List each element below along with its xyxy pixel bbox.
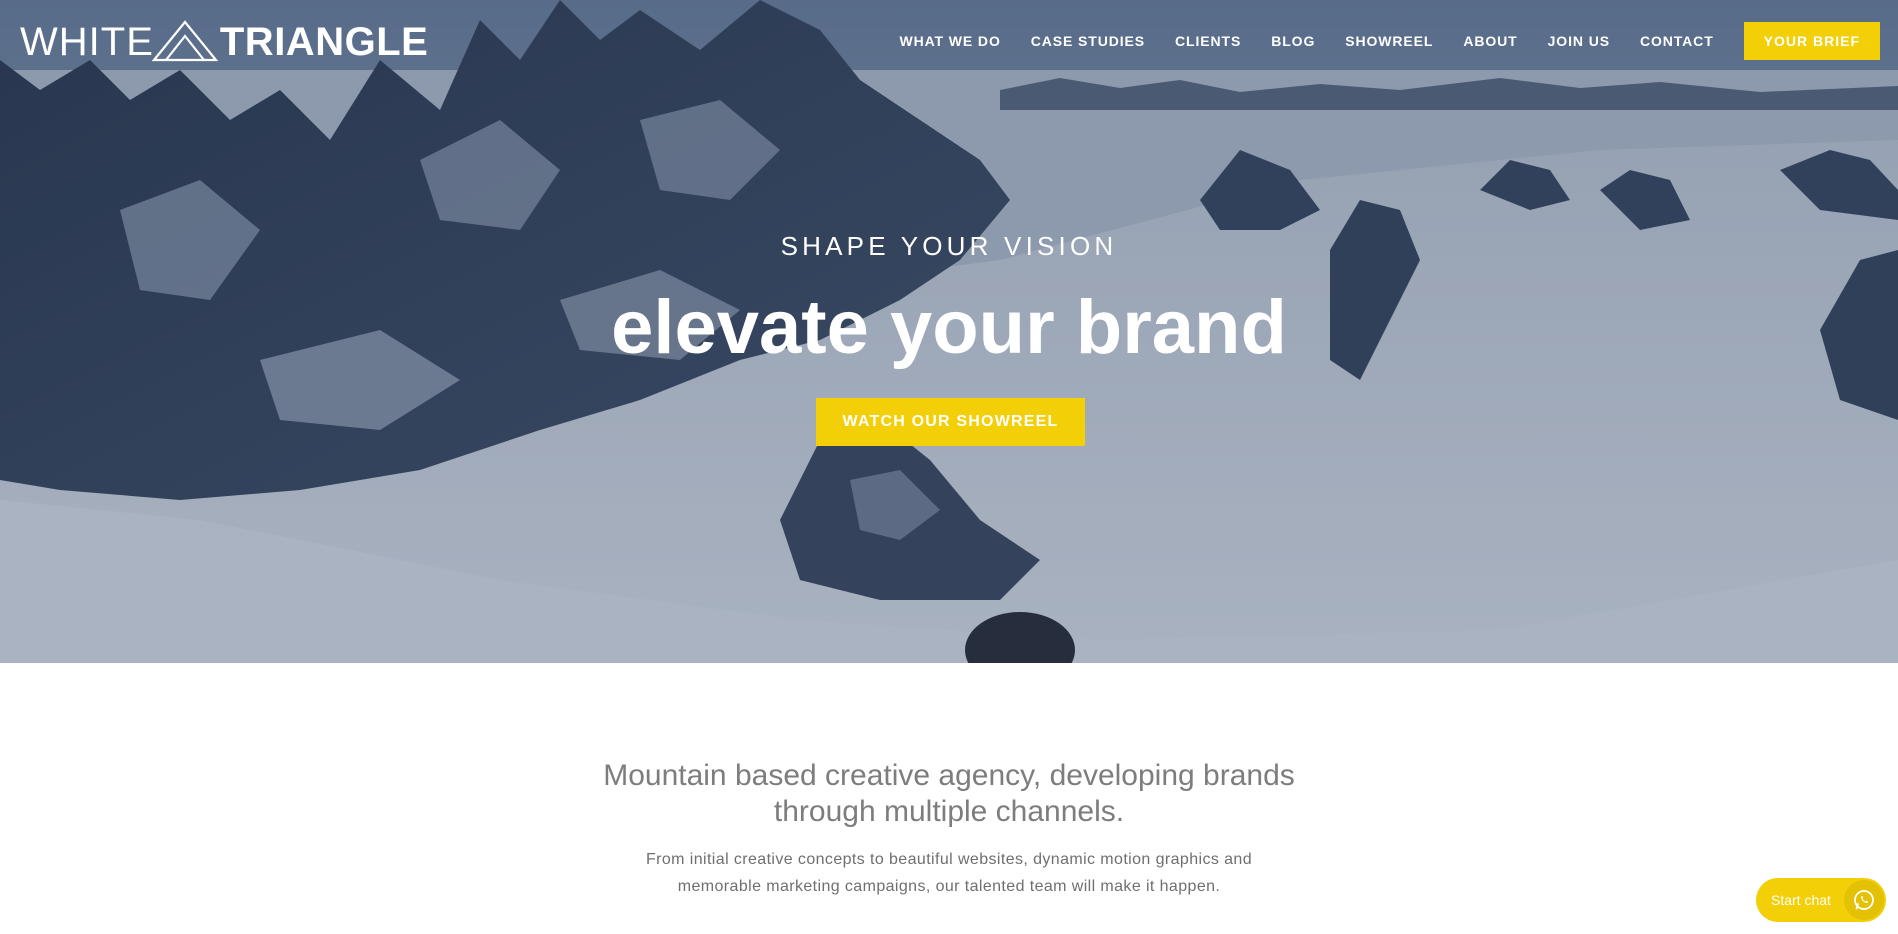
nav-item-join-us[interactable]: JOIN US	[1548, 33, 1610, 49]
nav-item-blog[interactable]: BLOG	[1271, 33, 1315, 49]
start-chat-button[interactable]: Start chat	[1756, 878, 1886, 922]
logo-text-triangle: TRIANGLE	[219, 20, 429, 64]
hero-section: WHITE TRIANGLE WHAT WE DO CASE STUDIES C…	[0, 0, 1898, 663]
main-nav: WHAT WE DO CASE STUDIES CLIENTS BLOG SHO…	[899, 22, 1880, 60]
chat-label: Start chat	[1771, 892, 1831, 908]
logo-text-white: WHITE	[20, 20, 154, 64]
nav-item-case-studies[interactable]: CASE STUDIES	[1031, 33, 1145, 49]
nav-item-showreel[interactable]: SHOWREEL	[1345, 33, 1433, 49]
nav-item-clients[interactable]: CLIENTS	[1175, 33, 1241, 49]
whatsapp-icon	[1844, 880, 1884, 920]
nav-item-what-we-do[interactable]: WHAT WE DO	[899, 33, 1000, 49]
nav-item-about[interactable]: ABOUT	[1463, 33, 1517, 49]
hero-kicker: SHAPE YOUR VISION	[780, 231, 1118, 261]
watch-showreel-button[interactable]: WATCH OUR SHOWREEL	[816, 398, 1085, 446]
triangle-logo-icon	[151, 20, 218, 62]
logo[interactable]: WHITE TRIANGLE	[20, 18, 428, 66]
your-brief-button[interactable]: YOUR BRIEF	[1743, 22, 1880, 60]
intro-heading: Mountain based creative agency, developi…	[603, 759, 1295, 828]
intro-body: From initial creative concepts to beauti…	[645, 851, 1252, 895]
nav-item-contact[interactable]: CONTACT	[1640, 33, 1714, 49]
hero-title: elevate your brand	[611, 285, 1287, 370]
